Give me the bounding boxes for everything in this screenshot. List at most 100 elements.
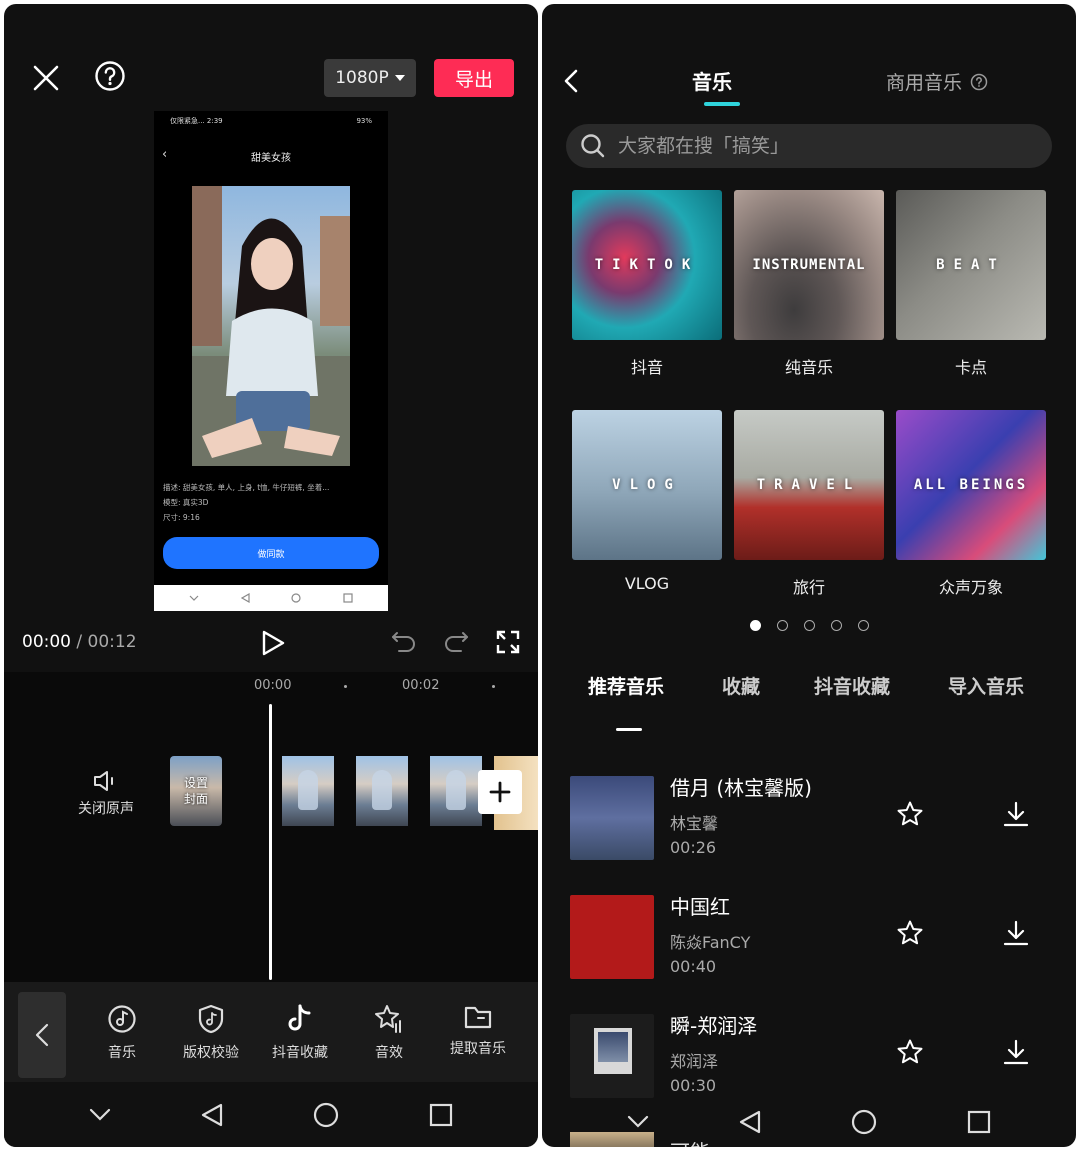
time-current: 00:00 [22, 632, 71, 652]
category-cover-text: ALL BEINGS [913, 477, 1029, 493]
song-artist: 陈焱FanCY [670, 933, 751, 952]
download-button[interactable] [1002, 1038, 1032, 1068]
add-clip-button[interactable] [478, 770, 522, 814]
timeline-tick-label: 00:00 [254, 678, 292, 693]
speaker-icon [94, 771, 113, 791]
preview-desc-line: 描述: 甜美女孩, 单人, 上身, t恤, 牛仔短裤, 坐着... [163, 483, 330, 492]
search-input[interactable] [618, 135, 1018, 157]
favorite-button[interactable] [896, 919, 926, 949]
timeline-tick-dot [492, 685, 495, 688]
download-icon [1003, 801, 1029, 827]
tab-music[interactable]: 音乐 [692, 66, 732, 95]
close-button[interactable] [28, 60, 64, 96]
recents-square-icon[interactable] [429, 1103, 453, 1127]
tiktok-icon [288, 1004, 311, 1031]
home-circle-icon[interactable] [851, 1109, 877, 1135]
song-cover-photo [594, 1028, 632, 1074]
chevron-down-icon[interactable] [89, 1108, 111, 1122]
chevron-down-icon [189, 595, 199, 601]
undo-button[interactable] [390, 628, 418, 656]
page-dot[interactable] [857, 620, 869, 631]
toolbar-item-music[interactable]: 音乐 [82, 1004, 162, 1062]
home-circle-icon[interactable] [313, 1102, 339, 1128]
redo-button[interactable] [442, 628, 470, 656]
toolbar-item-douyin-favorites[interactable]: 抖音收藏 [260, 1004, 340, 1062]
search-bar[interactable] [566, 124, 1052, 168]
back-button[interactable] [556, 66, 586, 96]
set-cover-button[interactable]: 设置封面 [170, 756, 222, 826]
category-cover: INSTRUMENTAL [734, 190, 884, 340]
export-button[interactable]: 导出 [434, 59, 514, 97]
page-dot[interactable] [749, 620, 761, 631]
tab-douyin-favorites[interactable]: 抖音收藏 [814, 672, 890, 699]
timeline-clip[interactable] [356, 756, 408, 826]
toolbar-item-label: 提取音乐 [450, 1041, 506, 1057]
chevron-left-icon [564, 69, 578, 93]
help-button[interactable] [92, 58, 128, 94]
timeline-tick-label: 00:02 [402, 678, 440, 693]
timeline-clip[interactable] [430, 756, 482, 826]
close-icon [33, 65, 59, 91]
category-cover-text: INSTRUMENTAL [752, 257, 866, 273]
tab-recommended-music[interactable]: 推荐音乐 [588, 672, 664, 699]
music-tab-active-indicator [616, 728, 642, 731]
star-icon [897, 920, 923, 945]
download-button[interactable] [1002, 919, 1032, 949]
preview-status-right: 93% [356, 117, 372, 125]
back-triangle-icon[interactable] [739, 1110, 761, 1134]
time-total: 00:12 [87, 632, 137, 652]
category-vlog[interactable]: VLOG VLOG [572, 410, 722, 593]
category-travel[interactable]: TRAVEL 旅行 [734, 410, 884, 598]
recents-square-icon[interactable] [967, 1110, 991, 1134]
category-cover: BEAT [896, 190, 1046, 340]
toolbar-item-copyright-check[interactable]: 版权校验 [171, 1004, 251, 1062]
favorite-button[interactable] [896, 1038, 926, 1068]
star-icon [897, 801, 923, 826]
category-label: 抖音 [630, 358, 663, 377]
preview-status-bar: 仅限紧急... 2:39 93% [154, 111, 388, 131]
chevron-down-icon[interactable] [627, 1115, 649, 1129]
mute-original-audio-button[interactable]: 关闭原声 [66, 770, 146, 826]
system-nav-bar [542, 1096, 1076, 1147]
page-dot[interactable] [776, 620, 788, 631]
resolution-dropdown[interactable]: 1080P [324, 59, 416, 97]
playhead[interactable] [269, 704, 272, 980]
category-cover-text: TIKTOK [594, 257, 700, 273]
recents-square-icon [343, 593, 353, 603]
song-row[interactable]: 借月 (林宝馨版) 林宝馨 00:26 [570, 776, 1050, 876]
tab-import-music[interactable]: 导入音乐 [948, 672, 1024, 699]
video-preview[interactable]: 仅限紧急... 2:39 93% ‹ 甜美女孩 描述: 甜美女孩, 单人, 上身… [154, 111, 388, 611]
back-triangle-icon[interactable] [201, 1103, 223, 1127]
category-cover: TIKTOK [572, 190, 722, 340]
category-cover-text: VLOG [612, 477, 682, 493]
toolbar-item-sound-effects[interactable]: 音效 [349, 1004, 429, 1062]
favorite-button[interactable] [896, 800, 926, 830]
song-row[interactable]: 中国红 陈焱FanCY 00:40 [570, 895, 1050, 995]
song-duration: 00:30 [670, 1076, 717, 1095]
download-button[interactable] [1002, 800, 1032, 830]
tab-favorites[interactable]: 收藏 [722, 672, 760, 699]
toolbar-item-label: 抖音收藏 [272, 1045, 328, 1061]
preview-nav-bar [154, 585, 388, 611]
category-cover: TRAVEL [734, 410, 884, 560]
fullscreen-button[interactable] [494, 628, 522, 656]
category-all-beings[interactable]: ALL BEINGS 众声万象 [896, 410, 1046, 598]
home-circle-icon [291, 593, 301, 603]
timeline-clip[interactable] [282, 756, 334, 826]
category-label: 卡点 [954, 358, 987, 377]
preview-title: 甜美女孩 [251, 153, 291, 164]
caret-down-icon [394, 75, 405, 81]
toolbar-back-button[interactable] [18, 992, 66, 1078]
play-icon [262, 630, 285, 656]
song-title: 借月 (林宝馨版) [670, 776, 812, 800]
category-instrumental[interactable]: INSTRUMENTAL 纯音乐 [734, 190, 884, 378]
toolbar-item-extract-music[interactable]: 提取音乐 [438, 1004, 518, 1058]
resolution-label: 1080P [335, 68, 389, 88]
page-dot[interactable] [830, 620, 842, 631]
page-dot[interactable] [803, 620, 815, 631]
play-button[interactable] [256, 626, 290, 660]
tab-commercial-music[interactable]: 商用音乐 [886, 68, 988, 95]
category-beat[interactable]: BEAT 卡点 [896, 190, 1046, 378]
fullscreen-icon [496, 630, 520, 654]
category-tiktok[interactable]: TIKTOK 抖音 [572, 190, 722, 378]
